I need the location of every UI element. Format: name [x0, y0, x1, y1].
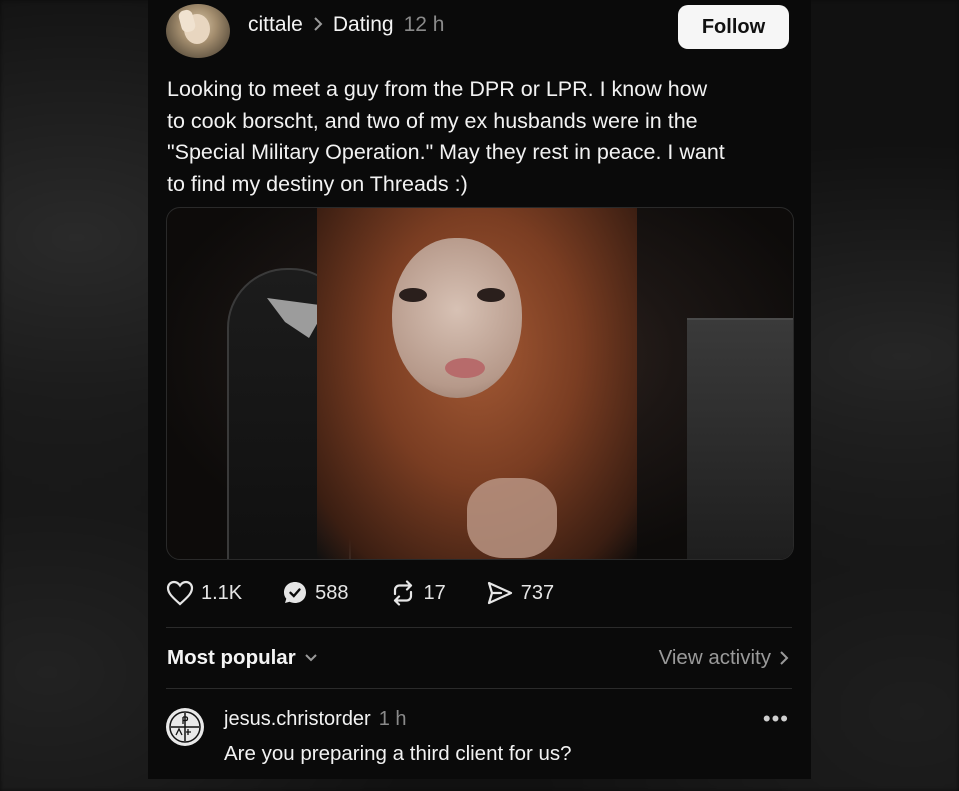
repost-count: 17: [423, 581, 446, 604]
share-count: 737: [520, 581, 555, 604]
post-image[interactable]: [166, 207, 794, 560]
comment-bubble-icon: [284, 582, 307, 603]
divider: [166, 688, 792, 689]
reply-username[interactable]: jesus.christorder: [224, 708, 371, 731]
post-time: 12 h: [403, 13, 445, 36]
reply-header: jesus.christorder 1 h: [224, 708, 407, 731]
like-button[interactable]: 1.1K: [166, 580, 242, 606]
comment-button[interactable]: 588: [282, 580, 349, 606]
comment-count: 588: [315, 581, 349, 604]
right-eye: [477, 288, 505, 302]
send-icon: [487, 581, 512, 605]
reply-time: 1 h: [378, 708, 407, 730]
chevron-down-icon: [304, 654, 317, 662]
lips: [445, 358, 485, 378]
post-header: cittale Dating 12 h: [248, 13, 444, 37]
order-emblem-icon: [169, 711, 201, 743]
chevron-right-icon: [313, 15, 323, 36]
reply-avatar[interactable]: [166, 708, 204, 746]
sort-dropdown[interactable]: Most popular: [167, 646, 318, 670]
more-options-icon[interactable]: •••: [763, 706, 789, 732]
view-activity-label: View activity: [658, 646, 771, 669]
repost-icon: [393, 580, 412, 606]
follow-button[interactable]: Follow: [678, 5, 789, 49]
heart-icon: [166, 580, 194, 606]
post-actions: 1.1K 588 17 737: [166, 580, 594, 606]
sort-label: Most popular: [167, 646, 296, 669]
post-text: Looking to meet a guy from the DPR or LP…: [167, 77, 725, 196]
reply-text: Are you preparing a third client for us?: [224, 742, 572, 765]
divider: [166, 627, 792, 628]
avatar-hand: [177, 8, 197, 34]
topic-tag[interactable]: Dating: [333, 13, 394, 37]
hands: [467, 478, 557, 558]
view-activity-link[interactable]: View activity: [659, 646, 789, 670]
share-button[interactable]: 737: [486, 580, 554, 606]
like-count: 1.1K: [201, 581, 243, 604]
author-avatar[interactable]: [166, 4, 230, 58]
dresser: [687, 318, 793, 559]
repost-button[interactable]: 17: [389, 580, 446, 606]
author-username[interactable]: cittale: [248, 13, 303, 37]
thread-post-panel: cittale Dating 12 h Follow Looking to me…: [148, 0, 811, 779]
chevron-right-icon: [780, 651, 789, 665]
left-eye: [399, 288, 427, 302]
